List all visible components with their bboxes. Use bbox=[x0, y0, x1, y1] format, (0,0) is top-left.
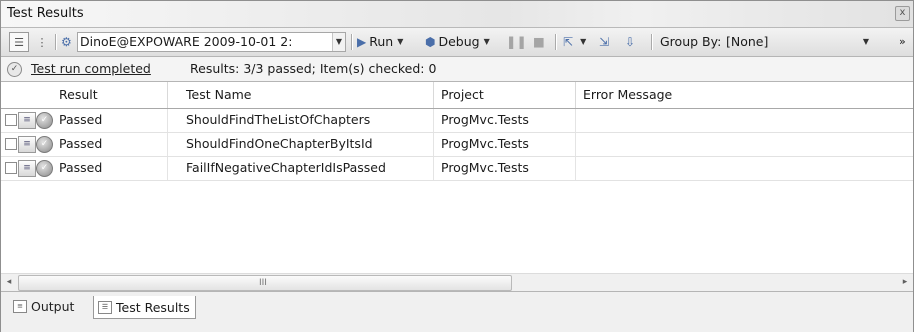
row-checkbox[interactable] bbox=[5, 114, 17, 126]
tree-view-icon[interactable]: ☰ bbox=[9, 32, 29, 52]
table-row[interactable]: ≡ ✓ Passed FailIfNegativeChapterIdIsPass… bbox=[1, 157, 913, 181]
window-titlebar: Test Results x bbox=[1, 1, 913, 28]
scroll-left-icon[interactable]: ◂ bbox=[1, 274, 17, 291]
cell-divider bbox=[167, 157, 168, 180]
column-divider bbox=[575, 82, 576, 108]
run-config-icon: ⚙ bbox=[61, 34, 72, 49]
test-name-cell: FailIfNegativeChapterIdIsPassed bbox=[186, 160, 386, 175]
output-window-icon: ≡ bbox=[13, 300, 27, 313]
toolbar-separator bbox=[555, 34, 557, 50]
column-divider bbox=[167, 82, 168, 108]
column-header-error-message[interactable]: Error Message bbox=[583, 87, 672, 102]
debug-icon: ⬢ bbox=[425, 34, 436, 49]
pause-icon[interactable]: ❚❚ bbox=[506, 32, 527, 51]
cell-divider bbox=[575, 133, 576, 156]
chevron-down-icon[interactable]: ▼ bbox=[332, 33, 345, 51]
grip-icon: III bbox=[259, 278, 267, 288]
cell-divider bbox=[433, 109, 434, 132]
toolbar-separator bbox=[651, 34, 653, 50]
passed-check-icon: ✓ bbox=[36, 160, 53, 177]
toolbar-separator bbox=[351, 34, 353, 50]
run-summary-text: Results: 3/3 passed; Item(s) checked: 0 bbox=[190, 61, 437, 76]
column-divider bbox=[433, 82, 434, 108]
passed-check-icon: ✓ bbox=[36, 136, 53, 153]
chevron-down-icon[interactable]: ▼ bbox=[397, 37, 403, 46]
row-checkbox[interactable] bbox=[5, 138, 17, 150]
column-header-test-name[interactable]: Test Name bbox=[186, 87, 251, 102]
test-run-completed-link[interactable]: Test run completed bbox=[31, 61, 151, 76]
export-icon: ⇱ bbox=[563, 34, 574, 49]
scroll-right-icon[interactable]: ▸ bbox=[897, 274, 913, 291]
cell-divider bbox=[433, 157, 434, 180]
test-document-icon: ≡ bbox=[18, 112, 36, 129]
run-icon: ▶ bbox=[357, 34, 367, 49]
stop-icon[interactable]: ■ bbox=[533, 32, 545, 51]
grid-header: Result Test Name Project Error Message bbox=[1, 82, 913, 109]
run-config-value: DinoE@EXPOWARE 2009-10-01 2: bbox=[80, 34, 293, 49]
check-circle-icon: ✓ bbox=[7, 62, 22, 77]
debug-button[interactable]: ⬢ Debug ▼ bbox=[425, 32, 490, 51]
results-grid: Result Test Name Project Error Message ≡… bbox=[1, 82, 913, 268]
result-cell: Passed bbox=[59, 136, 103, 151]
cell-divider bbox=[167, 133, 168, 156]
tab-output[interactable]: ≡ Output bbox=[9, 296, 74, 317]
test-name-cell: ShouldFindOneChapterByItsId bbox=[186, 136, 373, 151]
import-icon[interactable]: ⇲ bbox=[599, 32, 612, 51]
chevron-down-icon[interactable]: ▼ bbox=[484, 37, 490, 46]
row-checkbox[interactable] bbox=[5, 162, 17, 174]
column-header-result[interactable]: Result bbox=[59, 87, 98, 102]
cell-divider bbox=[575, 109, 576, 132]
run-label: Run bbox=[369, 34, 394, 49]
passed-check-icon: ✓ bbox=[36, 112, 53, 129]
export-button[interactable]: ⇱ ▼ bbox=[563, 32, 586, 51]
result-cell: Passed bbox=[59, 112, 103, 127]
group-by-value: [None] bbox=[726, 34, 769, 49]
project-cell: ProgMvc.Tests bbox=[441, 160, 529, 175]
bottom-tab-strip: ≡ Output ☰ Test Results bbox=[1, 291, 913, 332]
cell-divider bbox=[433, 133, 434, 156]
window-title: Test Results bbox=[7, 6, 84, 21]
chevron-down-icon[interactable]: ▼ bbox=[580, 37, 586, 46]
hierarchy-icon[interactable]: ⋮ bbox=[32, 32, 52, 52]
debug-label: Debug bbox=[438, 34, 480, 49]
cell-divider bbox=[575, 157, 576, 180]
test-results-icon: ☰ bbox=[98, 300, 112, 314]
tab-test-results[interactable]: ☰ Test Results bbox=[93, 296, 196, 319]
run-button[interactable]: ▶ Run ▼ bbox=[357, 32, 403, 51]
test-document-icon: ≡ bbox=[18, 136, 36, 153]
close-icon[interactable]: x bbox=[895, 6, 910, 21]
project-cell: ProgMvc.Tests bbox=[441, 136, 529, 151]
cell-divider bbox=[167, 109, 168, 132]
group-by-select[interactable]: [None] ▼ bbox=[723, 32, 873, 52]
publish-icon[interactable]: ⇩ bbox=[625, 32, 638, 51]
run-config-select[interactable]: DinoE@EXPOWARE 2009-10-01 2: ▼ bbox=[77, 32, 346, 52]
toolbar-separator bbox=[55, 34, 57, 50]
chevron-down-icon[interactable]: ▼ bbox=[860, 33, 872, 51]
group-by-label: Group By: bbox=[660, 34, 722, 49]
test-document-icon: ≡ bbox=[18, 160, 36, 177]
test-results-window: Test Results x ☰ ⋮ ⚙ DinoE@EXPOWARE 2009… bbox=[0, 0, 914, 332]
result-cell: Passed bbox=[59, 160, 103, 175]
column-header-project[interactable]: Project bbox=[441, 87, 484, 102]
tab-test-results-label: Test Results bbox=[116, 299, 190, 315]
run-status-bar: ✓ Test run completed Results: 3/3 passed… bbox=[1, 57, 913, 82]
table-row[interactable]: ≡ ✓ Passed ShouldFindTheListOfChapters P… bbox=[1, 109, 913, 133]
test-name-cell: ShouldFindTheListOfChapters bbox=[186, 112, 371, 127]
tab-output-label: Output bbox=[31, 299, 75, 314]
scrollbar-thumb[interactable]: III bbox=[18, 275, 512, 291]
test-results-toolbar: ☰ ⋮ ⚙ DinoE@EXPOWARE 2009-10-01 2: ▼ ▶ R… bbox=[1, 28, 913, 57]
project-cell: ProgMvc.Tests bbox=[441, 112, 529, 127]
horizontal-scrollbar[interactable]: ◂ III ▸ bbox=[1, 273, 913, 291]
table-row[interactable]: ≡ ✓ Passed ShouldFindOneChapterByItsId P… bbox=[1, 133, 913, 157]
toolbar-overflow-icon[interactable]: » bbox=[899, 32, 906, 51]
